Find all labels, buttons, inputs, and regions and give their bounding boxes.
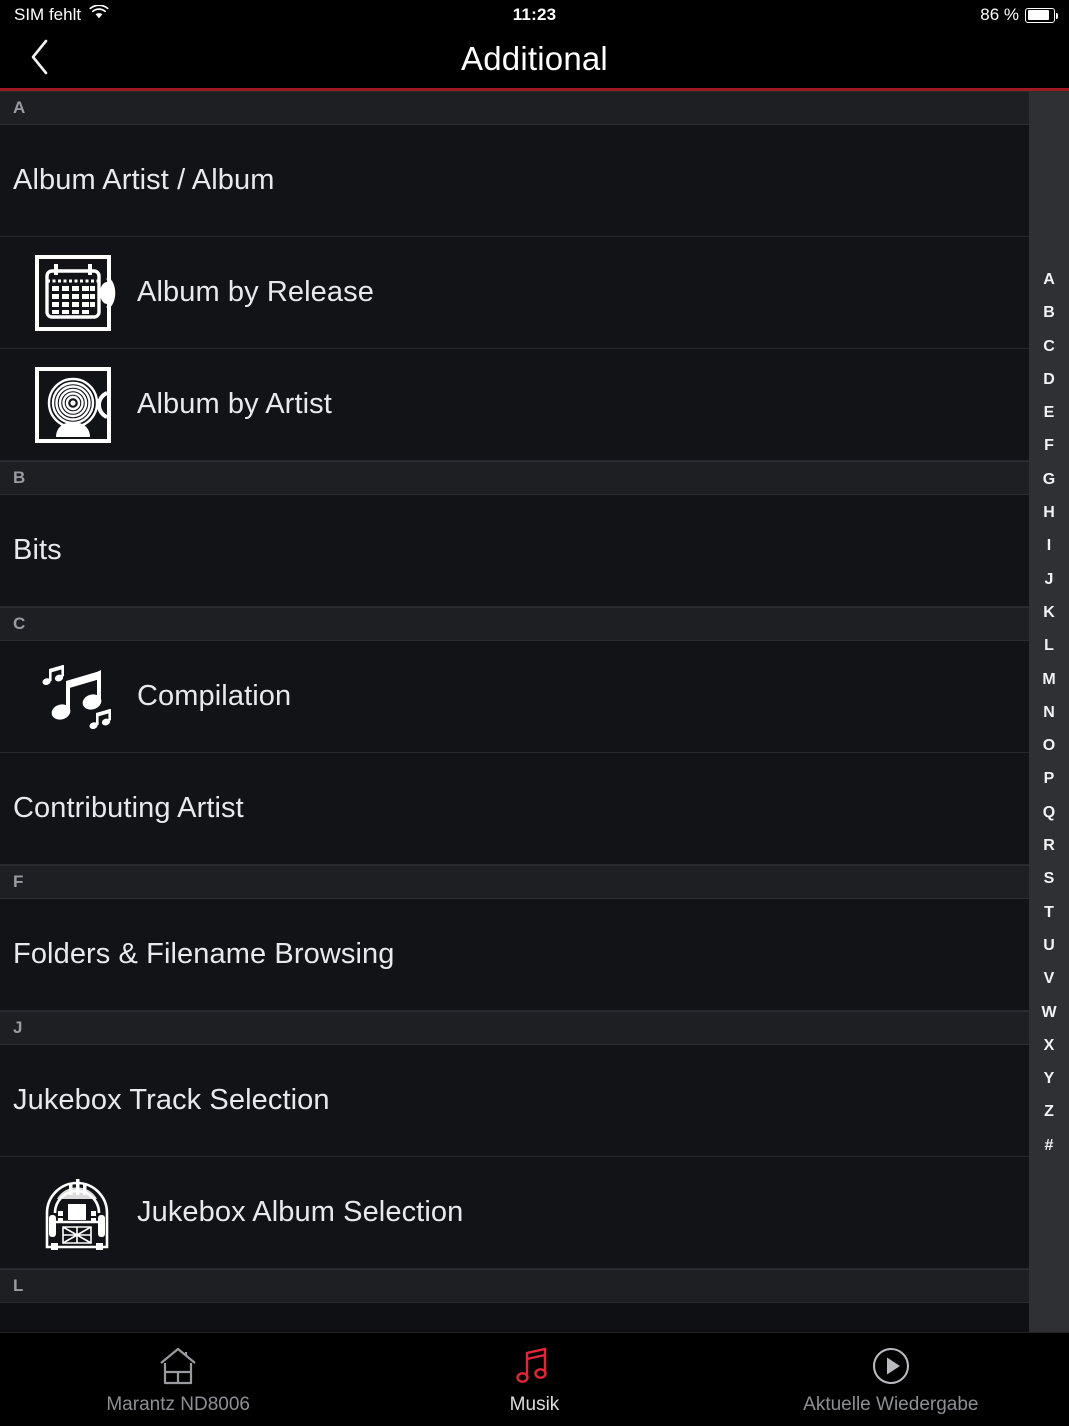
index-letter[interactable]: R xyxy=(1029,829,1069,862)
section-header: A xyxy=(0,91,1069,125)
index-letter[interactable]: B xyxy=(1029,296,1069,329)
index-letter[interactable]: T xyxy=(1029,896,1069,929)
index-letter[interactable]: N xyxy=(1029,696,1069,729)
list-item[interactable]: Jukebox Album Selection xyxy=(0,1157,1069,1269)
play-circle-icon xyxy=(869,1344,913,1388)
app-root: SIM fehlt 11:23 86 % Additional xyxy=(0,0,1069,1426)
index-letter[interactable]: G xyxy=(1029,463,1069,496)
list-item-label: Jukebox Album Selection xyxy=(137,1196,463,1229)
list-item[interactable]: Jukebox Track Selection xyxy=(0,1045,1069,1157)
index-letter[interactable]: M xyxy=(1029,663,1069,696)
tab-house[interactable]: Marantz ND8006 xyxy=(0,1333,356,1426)
list-item-label: Album by Release xyxy=(137,276,374,309)
music-note-icon xyxy=(512,1344,556,1388)
index-letter[interactable]: J xyxy=(1029,563,1069,596)
index-letter[interactable]: Y xyxy=(1029,1062,1069,1095)
index-letter[interactable]: L xyxy=(1029,629,1069,662)
index-letter[interactable]: I xyxy=(1029,529,1069,562)
index-letter[interactable]: X xyxy=(1029,1029,1069,1062)
wifi-icon xyxy=(89,5,109,25)
index-letter[interactable]: P xyxy=(1029,762,1069,795)
tab-music-note[interactable]: Musik xyxy=(356,1333,712,1426)
list-item-label: Folders & Filename Browsing xyxy=(13,938,394,971)
page-title: Additional xyxy=(0,40,1069,78)
list-item[interactable]: Contributing Artist xyxy=(0,753,1069,865)
alphabet-index-bar[interactable]: ABCDEFGHIJKLMNOPQRSTUVWXYZ# xyxy=(1029,91,1069,1332)
section-header-letter: J xyxy=(13,1018,22,1038)
list-item[interactable]: Bits xyxy=(0,495,1069,607)
status-bar: SIM fehlt 11:23 86 % xyxy=(0,0,1069,30)
index-letter[interactable]: W xyxy=(1029,996,1069,1029)
section-header-letter: C xyxy=(13,614,25,634)
list-item-label: Compilation xyxy=(137,680,291,713)
content-area: A Album Artist / Album Album by Release xyxy=(0,91,1069,1332)
list-item-label: Jukebox Track Selection xyxy=(13,1084,330,1117)
section-header: F xyxy=(0,865,1069,899)
list-item-label: Album Artist / Album xyxy=(13,164,275,197)
index-letter[interactable]: C xyxy=(1029,330,1069,363)
section-header: L xyxy=(0,1269,1069,1303)
carrier-label: SIM fehlt xyxy=(14,5,81,25)
battery-percent-label: 86 % xyxy=(980,5,1019,25)
index-letter[interactable]: Z xyxy=(1029,1095,1069,1128)
index-letter[interactable]: V xyxy=(1029,962,1069,995)
house-icon xyxy=(155,1344,201,1388)
section-header-letter: B xyxy=(13,468,25,488)
list-item-label: Contributing Artist xyxy=(13,792,244,825)
tab-play-circle[interactable]: Aktuelle Wiedergabe xyxy=(713,1333,1069,1426)
index-letter[interactable]: S xyxy=(1029,862,1069,895)
index-letter[interactable]: K xyxy=(1029,596,1069,629)
status-bar-right: 86 % xyxy=(980,5,1055,25)
index-letter[interactable]: E xyxy=(1029,396,1069,429)
status-bar-left: SIM fehlt xyxy=(14,5,109,25)
section-header: B xyxy=(0,461,1069,495)
section-header-letter: L xyxy=(13,1276,23,1296)
list-item[interactable]: Album by Release xyxy=(0,237,1069,349)
list-item[interactable]: Album Artist / Album xyxy=(0,125,1069,237)
tab-label: Aktuelle Wiedergabe xyxy=(803,1394,978,1416)
list-item[interactable]: Album by Artist xyxy=(0,349,1069,461)
album-calendar-icon xyxy=(29,253,125,333)
back-button[interactable] xyxy=(14,30,66,88)
tab-label: Musik xyxy=(510,1394,560,1416)
album-artist-icon xyxy=(29,365,125,445)
index-letter[interactable]: O xyxy=(1029,729,1069,762)
index-letter[interactable]: # xyxy=(1029,1129,1069,1162)
browse-list[interactable]: A Album Artist / Album Album by Release xyxy=(0,91,1069,1332)
music-notes-icon xyxy=(29,657,125,737)
status-bar-clock: 11:23 xyxy=(0,5,1069,25)
index-letter[interactable]: F xyxy=(1029,429,1069,462)
list-item[interactable]: Folders & Filename Browsing xyxy=(0,899,1069,1011)
index-letter[interactable]: D xyxy=(1029,363,1069,396)
index-letter[interactable]: H xyxy=(1029,496,1069,529)
list-item-label: Album by Artist xyxy=(137,388,332,421)
jukebox-icon xyxy=(29,1173,125,1253)
section-header: J xyxy=(0,1011,1069,1045)
list-item[interactable]: Compilation xyxy=(0,641,1069,753)
tab-label: Marantz ND8006 xyxy=(106,1394,250,1416)
index-letter[interactable]: U xyxy=(1029,929,1069,962)
navigation-bar: Additional xyxy=(0,30,1069,88)
index-letter[interactable]: Q xyxy=(1029,796,1069,829)
list-item-label: Bits xyxy=(13,534,62,567)
battery-icon xyxy=(1025,8,1055,23)
section-header: C xyxy=(0,607,1069,641)
section-header-letter: A xyxy=(13,98,25,118)
section-header-letter: F xyxy=(13,872,23,892)
index-letter[interactable]: A xyxy=(1029,263,1069,296)
chevron-left-icon xyxy=(28,37,52,82)
tab-bar: Marantz ND8006 Musik Aktuelle Wiedergabe xyxy=(0,1332,1069,1426)
